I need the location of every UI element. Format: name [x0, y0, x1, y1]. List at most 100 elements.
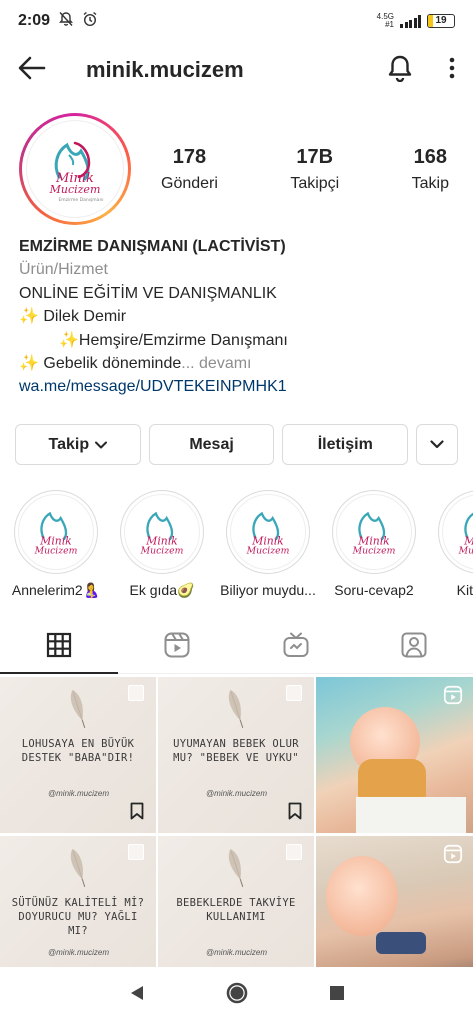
follow-button-label: Takip [48, 435, 90, 453]
back-arrow-icon[interactable] [18, 56, 46, 85]
display-name: EMZİRME DANIŞMANI (LACTİVİST) [19, 238, 286, 255]
post-caption: BEBEKLERDE TAKVİYE KULLANIMI [176, 897, 296, 923]
highlight-label: Annelerim2🤱 [11, 582, 101, 598]
mute-icon [58, 11, 74, 32]
post-handle: @minik.mucizem [48, 948, 110, 957]
tagged-icon [400, 631, 428, 664]
followers-count: 17B [296, 145, 334, 168]
svg-text:Mucizem: Mucizem [352, 546, 396, 557]
stat-posts[interactable]: 178 Gönderi [161, 146, 218, 193]
post-handle: @minik.mucizem [48, 789, 110, 798]
reels-icon [163, 631, 191, 664]
highlight-item[interactable]: Minik Mucizem Ek gıda🥑 [112, 490, 212, 599]
battery-icon: 19 [427, 14, 455, 28]
post-handle: @minik.mucizem [206, 789, 268, 798]
highlight-logo-image: MinikMucizem [336, 494, 412, 570]
profile-summary: Minik Mucizem Emzirme Danışmanı 178 Gönd… [19, 113, 459, 225]
highlight-label: Biliyor muydu... [220, 582, 316, 598]
multi-select-icon [286, 844, 302, 860]
reels-badge-icon [443, 685, 463, 710]
bookmark-icon [288, 802, 302, 825]
post-thumbnail-reel[interactable] [316, 677, 473, 833]
bio-more-link[interactable]: ... devamı [181, 355, 251, 372]
avatar[interactable]: Minik Mucizem Emzirme Danışmanı [19, 113, 131, 225]
suggested-accounts-button[interactable] [416, 424, 459, 465]
highlight-label: Kitap Ö [456, 582, 473, 598]
highlight-label: Soru-cevap2 [334, 582, 414, 598]
feather-illustration [228, 848, 244, 888]
igtv-icon [282, 631, 310, 664]
bio-line-2: ✨ Dilek Demir [19, 308, 127, 326]
tab-posts-grid[interactable] [0, 622, 119, 674]
clock: 2:09 [18, 12, 51, 29]
svg-text:Mucizem: Mucizem [140, 546, 184, 557]
following-label: Takip [411, 174, 449, 192]
bio-line-3: ✨Hemşire/Emzirme Danışmanı [59, 331, 288, 349]
nav-back-icon[interactable] [129, 984, 145, 1007]
multi-select-icon [128, 685, 144, 701]
highlight-item[interactable]: Minik Mucizem Soru-cevap2 [324, 490, 424, 598]
posts-count: 178 [172, 145, 207, 168]
post-caption: UYUMAYAN BEBEK OLUR MU? "BEBEK VE UYKU" [173, 738, 299, 764]
post-thumbnail[interactable]: UYUMAYAN BEBEK OLUR MU? "BEBEK VE UYKU" … [158, 677, 314, 833]
stat-followers[interactable]: 17B Takipçi [290, 146, 339, 193]
highlight-logo-image: MinikMucizem [230, 494, 306, 570]
follow-button[interactable]: Takip [15, 424, 141, 465]
sparkle-icon: ✨ [59, 331, 79, 349]
highlight-item[interactable]: MinikMucizem Kitap Ö [430, 490, 473, 598]
posts-label: Gönderi [161, 174, 218, 192]
story-highlights: Minik Mucizem Annelerim2🤱 Minik Mucizem Ek… [0, 490, 473, 600]
tab-reels[interactable] [118, 622, 236, 673]
feather-illustration [70, 689, 86, 729]
bio-line-1: ONLİNE EĞİTİM VE DANIŞMANLIK [19, 284, 277, 302]
bio-line-4: ✨ Gebelik döneminde... devamı [19, 355, 252, 373]
battery-level: 19 [435, 15, 447, 26]
multi-select-icon [128, 844, 144, 860]
stat-following[interactable]: 168 Takip [412, 146, 449, 193]
grid-icon [46, 632, 72, 663]
brand-logo-image: Minik Mucizem Emzirme Danışmanı [26, 120, 124, 218]
profile-bio: EMZİRME DANIŞMANI (LACTİVİST) Ürün/Hizme… [19, 235, 459, 399]
profile-action-buttons: Takip Mesaj İletişim [15, 424, 459, 465]
network-indicator: 4.5G #1 [376, 12, 394, 29]
message-button[interactable]: Mesaj [148, 424, 275, 465]
photo-object [376, 932, 426, 954]
profile-stats: 178 Gönderi 17B Takipçi 168 Takip [161, 146, 459, 193]
status-bar: 2:09 4.5G #1 19 [0, 0, 473, 42]
highlight-item[interactable]: Minik Mucizem Biliyor muydu... [218, 490, 318, 598]
chevron-down-icon [95, 436, 108, 454]
system-navigation-bar [0, 967, 473, 1024]
post-caption: LOHUSAYA EN BÜYÜK DESTEK "BABA"DIR! [21, 738, 135, 764]
svg-text:Mucizem: Mucizem [49, 183, 101, 196]
tab-tagged[interactable] [355, 622, 473, 673]
photo-bib [358, 759, 426, 799]
reels-badge-icon [443, 844, 463, 869]
highlight-logo-image: MinikMucizem [442, 494, 473, 570]
post-grid: LOHUSAYA EN BÜYÜK DESTEK "BABA"DIR! @min… [0, 677, 473, 992]
photo-table [356, 797, 466, 833]
post-caption: SÜTÜNÜZ KALİTELİ Mİ? DOYURUCU MU? YAĞLI … [11, 897, 145, 937]
post-thumbnail[interactable]: LOHUSAYA EN BÜYÜK DESTEK "BABA"DIR! @min… [0, 677, 156, 833]
multi-select-icon [286, 685, 302, 701]
category-label: Ürün/Hizmet [19, 261, 108, 279]
svg-text:Mucizem: Mucizem [458, 546, 473, 557]
feather-illustration [70, 848, 86, 888]
post-handle: @minik.mucizem [206, 948, 268, 957]
signal-icon [400, 14, 421, 28]
profile-username: minik.mucizem [86, 57, 244, 82]
nav-home-icon[interactable] [225, 981, 249, 1010]
contact-button[interactable]: İletişim [282, 424, 409, 465]
nav-recents-icon[interactable] [329, 985, 345, 1006]
svg-text:Mucizem: Mucizem [34, 546, 78, 557]
highlight-label: Ek gıda🥑 [129, 582, 195, 598]
notification-bell-icon[interactable] [387, 54, 413, 87]
followers-label: Takipçi [290, 174, 340, 192]
bio-website-link[interactable]: wa.me/message/UDVTEKEINPMHK1 [19, 375, 459, 398]
feather-illustration [228, 689, 244, 729]
tab-igtv[interactable] [237, 622, 355, 673]
more-options-icon[interactable] [449, 57, 455, 84]
bookmark-icon [130, 802, 144, 825]
highlight-item[interactable]: Minik Mucizem Annelerim2🤱 [6, 490, 106, 599]
alarm-icon [82, 11, 98, 32]
profile-tabs [0, 622, 473, 674]
